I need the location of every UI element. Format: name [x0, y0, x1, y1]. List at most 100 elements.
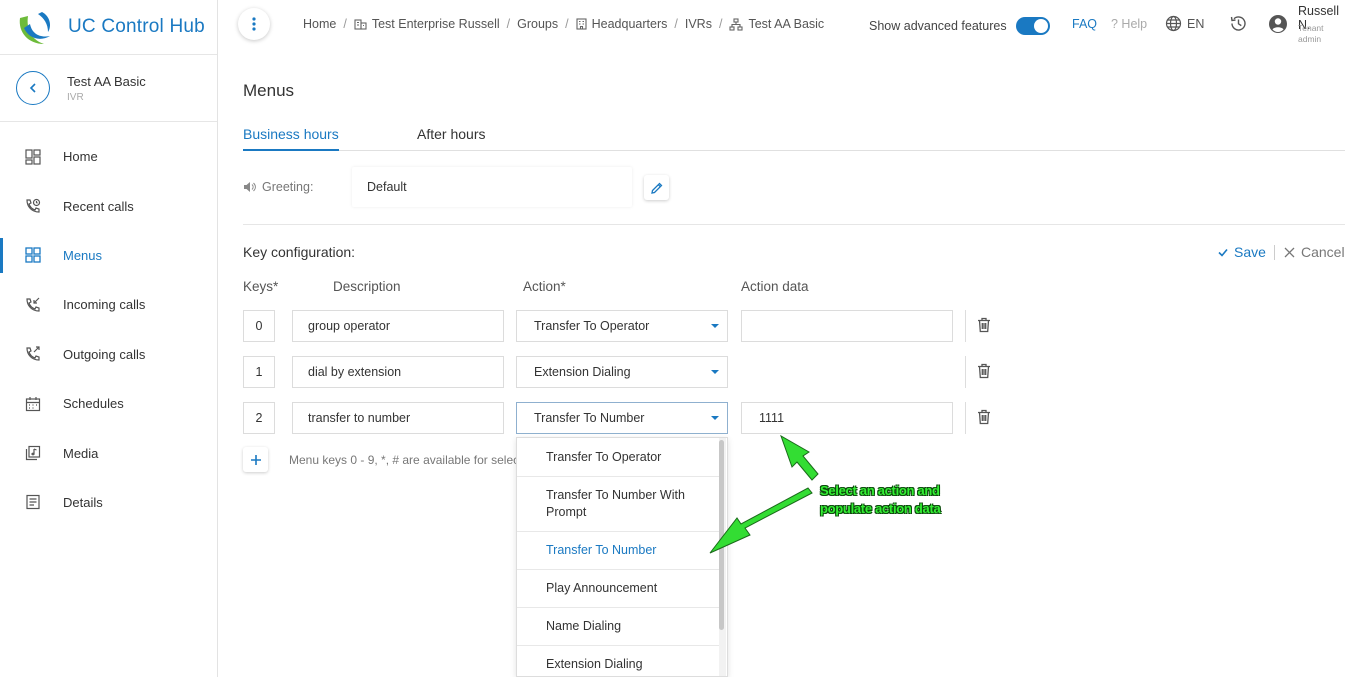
sidebar-item-home[interactable]: Home	[0, 132, 217, 181]
dropdown-option-selected[interactable]: Transfer To Number	[517, 532, 719, 570]
toolbar-divider	[1274, 245, 1275, 260]
page-title: Menus	[243, 81, 295, 100]
pencil-icon	[650, 182, 662, 194]
dropdown-option[interactable]: Extension Dialing	[517, 646, 719, 676]
advanced-features: Show advanced features	[869, 17, 1050, 35]
phone-clock-icon	[24, 197, 42, 215]
key-configuration-label: Key configuration:	[243, 244, 356, 260]
breadcrumb-groups[interactable]: Groups	[517, 17, 558, 31]
dropdown-option[interactable]: Play Announcement	[517, 570, 719, 608]
tab-after-hours[interactable]: After hours	[417, 126, 485, 151]
action-select[interactable]: Transfer To Operator	[516, 310, 728, 342]
sidebar-item-outgoing-calls[interactable]: Outgoing calls	[0, 330, 217, 379]
action-data-field[interactable]: 1111	[741, 402, 953, 434]
add-key-button[interactable]	[243, 447, 268, 472]
help-link[interactable]: ? Help	[1111, 17, 1147, 31]
description-field[interactable]: group operator	[292, 310, 504, 342]
sidebar-nav: Home Recent calls Menus Incoming calls O…	[0, 132, 217, 527]
user-avatar[interactable]	[1268, 14, 1288, 39]
sidebar: UC Control Hub Test AA Basic IVR Home Re…	[0, 0, 218, 677]
dropdown-caret-icon	[711, 324, 719, 328]
details-icon	[24, 493, 42, 511]
language-selector[interactable]: EN	[1165, 15, 1204, 32]
building-icon	[576, 18, 587, 30]
action-dropdown-menu: Transfer To Operator Transfer To Number …	[516, 437, 728, 677]
breadcrumb-ivrs[interactable]: IVRs	[685, 17, 712, 31]
key-field[interactable]: 1	[243, 356, 275, 388]
plus-icon	[250, 454, 261, 465]
action-select-value: Transfer To Operator	[534, 319, 650, 333]
sidebar-item-label: Home	[63, 149, 98, 165]
history-button[interactable]	[1229, 14, 1248, 38]
row-divider	[965, 356, 966, 388]
description-field[interactable]: dial by extension	[292, 356, 504, 388]
breadcrumb-current: Test AA Basic	[748, 17, 825, 31]
annotation-callout: Select an action and populate action dat…	[820, 482, 941, 518]
key-field[interactable]: 0	[243, 310, 275, 342]
more-menu-button[interactable]	[238, 8, 270, 40]
action-select-value: Transfer To Number	[534, 411, 645, 425]
delete-row-button[interactable]	[977, 317, 991, 338]
sidebar-item-label: Schedules	[63, 396, 124, 412]
dropdown-option[interactable]: Transfer To Operator	[517, 438, 719, 477]
save-label: Save	[1234, 244, 1266, 260]
section-divider	[243, 224, 1345, 225]
breadcrumb-enterprise[interactable]: Test Enterprise Russell	[372, 17, 500, 31]
dropdown-caret-icon	[711, 416, 719, 420]
scrollbar-thumb[interactable]	[719, 440, 724, 630]
sidebar-item-schedules[interactable]: Schedules	[0, 379, 217, 428]
edit-greeting-button[interactable]	[644, 175, 669, 200]
annotation-line: populate action data	[820, 501, 941, 516]
row-divider	[965, 310, 966, 342]
breadcrumb: Home / Test Enterprise Russell / Groups …	[303, 17, 825, 31]
faq-link[interactable]: FAQ	[1072, 17, 1097, 31]
hierarchy-icon	[729, 17, 743, 31]
dropdown-option[interactable]: Name Dialing	[517, 608, 719, 646]
check-icon	[1218, 248, 1228, 257]
sidebar-item-menus[interactable]: Menus	[0, 231, 217, 280]
action-select[interactable]: Transfer To Number	[516, 402, 728, 434]
action-select[interactable]: Extension Dialing	[516, 356, 728, 388]
delete-row-button[interactable]	[977, 363, 991, 384]
dropdown-scrollbar[interactable]	[719, 438, 726, 676]
speaker-icon	[244, 182, 256, 192]
breadcrumb-group[interactable]: Headquarters	[592, 17, 668, 31]
greeting-label-text: Greeting:	[262, 180, 314, 194]
tab-business-hours[interactable]: Business hours	[243, 126, 339, 151]
sidebar-item-details[interactable]: Details	[0, 478, 217, 527]
enterprise-icon	[354, 18, 367, 30]
phone-incoming-icon	[24, 296, 42, 314]
greeting-value: Default	[352, 167, 632, 207]
trash-icon	[978, 409, 990, 425]
save-button[interactable]: Save	[1218, 244, 1266, 260]
column-header-keys: Keys*	[243, 279, 279, 294]
cancel-label: Cancel	[1301, 244, 1345, 260]
cancel-button[interactable]: Cancel	[1284, 244, 1345, 260]
close-icon	[1284, 247, 1295, 257]
user-role: Tenant admin	[1298, 23, 1338, 45]
sidebar-item-label: Incoming calls	[63, 297, 146, 313]
action-select-value: Extension Dialing	[534, 365, 631, 379]
language-label: EN	[1187, 16, 1205, 31]
grid-icon	[24, 148, 42, 166]
trash-icon	[978, 363, 990, 379]
breadcrumb-home[interactable]: Home	[303, 17, 336, 31]
action-data-field[interactable]	[741, 310, 953, 342]
dropdown-option[interactable]: Transfer To Number With Prompt	[517, 477, 719, 532]
column-header-action: Action*	[523, 279, 566, 294]
sidebar-item-incoming-calls[interactable]: Incoming calls	[0, 280, 217, 329]
history-icon	[1230, 16, 1246, 31]
sidebar-item-label: Outgoing calls	[63, 346, 146, 362]
row-divider	[965, 402, 966, 434]
key-field[interactable]: 2	[243, 402, 275, 434]
sidebar-item-recent-calls[interactable]: Recent calls	[0, 181, 217, 230]
tab-bar: Business hours After hours	[243, 126, 1345, 151]
calendar-icon	[24, 395, 42, 413]
advanced-features-toggle[interactable]	[1015, 17, 1050, 35]
description-field[interactable]: transfer to number	[292, 402, 504, 434]
sidebar-item-media[interactable]: Media	[0, 428, 217, 477]
dropdown-caret-icon	[711, 370, 719, 374]
annotation-line: Select an action and	[820, 483, 940, 498]
back-button[interactable]	[16, 71, 50, 105]
delete-row-button[interactable]	[977, 409, 991, 430]
